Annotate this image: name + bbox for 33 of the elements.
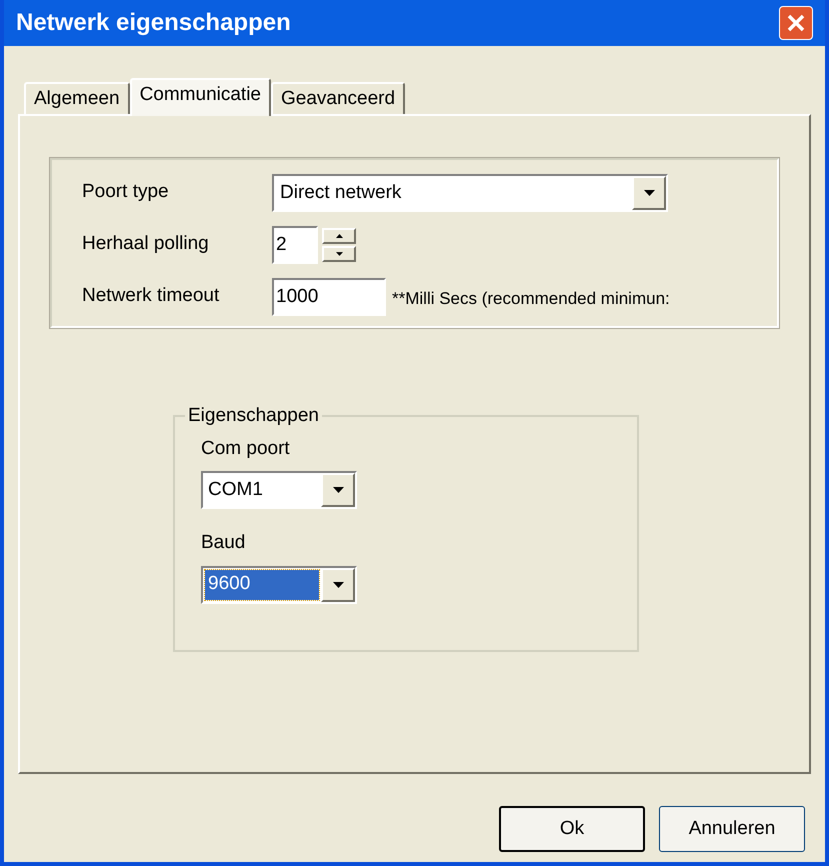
dialog-button[interactable]: Annuleren (659, 806, 805, 852)
timeout-note: **Milli Secs (recommended minimun: (392, 288, 670, 310)
spin-down-button[interactable] (322, 246, 356, 262)
down-arrow-icon (644, 190, 654, 196)
dropdown[interactable]: 9600 (201, 566, 357, 604)
tab[interactable]: Communicatie (130, 78, 271, 116)
field-label: Com poort (201, 436, 291, 460)
timeout-input[interactable]: 1000 (272, 278, 386, 316)
combo-value: Direct netwerk (279, 180, 402, 205)
polling-input[interactable]: 2 (272, 226, 318, 264)
dropdown-button[interactable] (321, 473, 355, 507)
dropdown[interactable]: COM1 (201, 471, 357, 509)
group-title: Eigenschappen (187, 404, 320, 428)
field-label: Poort type (82, 180, 170, 204)
field-label: Netwerk timeout (82, 284, 220, 308)
close-button[interactable] (779, 6, 813, 40)
up-arrow-icon (336, 234, 342, 238)
down-arrow-icon (332, 487, 344, 493)
spin-up-button[interactable] (322, 228, 356, 244)
down-arrow-icon (332, 582, 344, 588)
field-label: Herhaal polling (82, 232, 210, 256)
tab[interactable]: Geavanceerd (271, 82, 406, 114)
window-title: Netwerk eigenschappen (16, 8, 291, 38)
port-type-dropdown[interactable]: Direct netwerk (272, 174, 668, 212)
combo-value: COM1 (207, 478, 264, 502)
tab[interactable]: Algemeen (24, 82, 130, 114)
dropdown-button[interactable] (632, 176, 666, 210)
combo-value: 9600 (205, 570, 319, 600)
close-icon (787, 14, 805, 32)
field-label: Baud (201, 531, 246, 555)
dropdown-button[interactable] (321, 568, 355, 602)
dialog-button[interactable]: Ok (499, 806, 645, 852)
down-arrow-icon (336, 252, 342, 256)
